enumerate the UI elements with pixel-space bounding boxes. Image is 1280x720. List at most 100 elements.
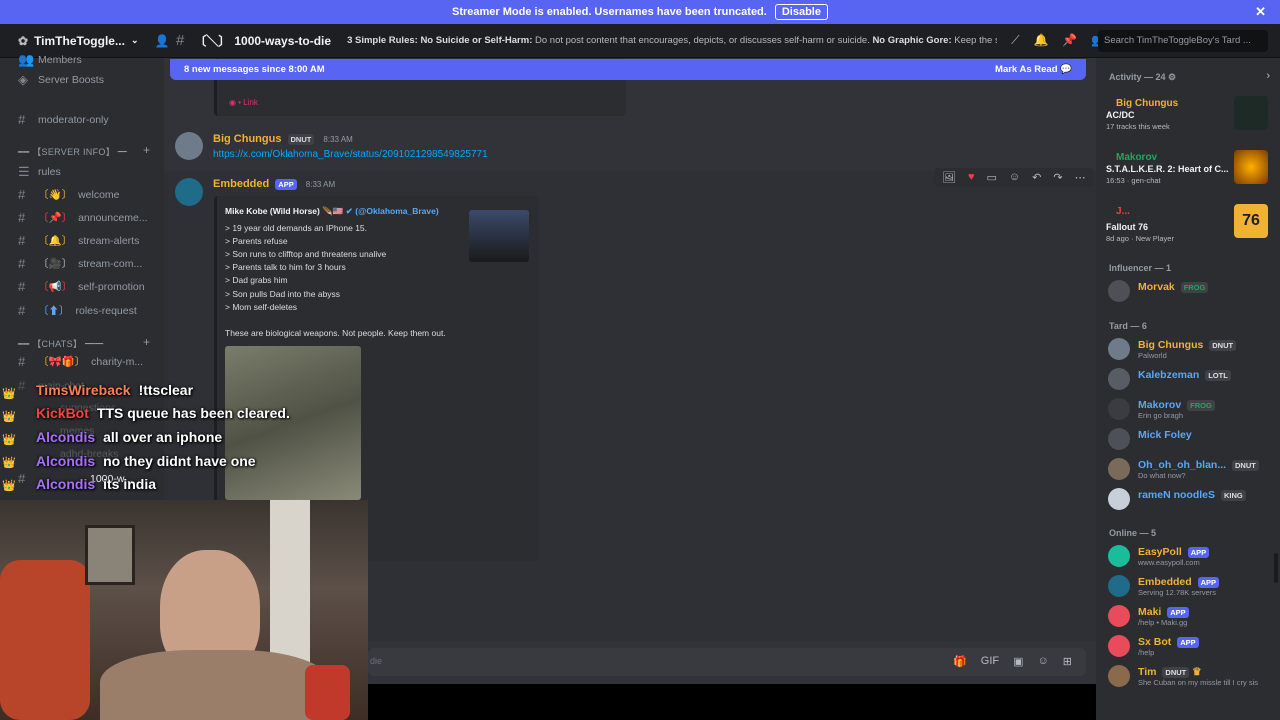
reply-icon[interactable]: ↶ <box>1032 171 1041 184</box>
message-input[interactable]: die 🎁 GIF ▣ ☺ ⊞ <box>368 648 1086 676</box>
sidebar-item-welcome[interactable]: # 〔👋〕 welcome <box>18 187 120 202</box>
gift-icon[interactable]: 🎁 <box>953 655 967 668</box>
sidebar-item-announcements[interactable]: # 〔📌〕 announceme... <box>18 210 148 225</box>
sidebar-item-roles-request[interactable]: # 〔⬆〕 roles-request <box>18 303 137 318</box>
member-row[interactable]: Makorov FROG Erin go bragh <box>1108 396 1274 422</box>
chat-user: Alcondis <box>36 429 96 445</box>
apps-icon[interactable]: ⊞ <box>1063 655 1072 668</box>
topic-rule-b: No Graphic Gore: <box>872 35 952 46</box>
activity-card[interactable]: Makorov S.T.A.L.K.E.R. 2: Heart of C... … <box>1104 150 1272 198</box>
member-row[interactable]: Kalebzeman LOTL <box>1108 366 1274 392</box>
member-row[interactable]: EasyPoll APP www.easypoll.com <box>1108 543 1274 569</box>
reaction-icon[interactable]: ▭ <box>987 171 997 184</box>
hash-icon: # <box>18 233 26 248</box>
heart-icon[interactable]: ♥ <box>968 171 975 184</box>
avatar[interactable] <box>175 178 203 206</box>
stream-chat-overlay: TimsWireback !ttsclear KickBot TTS queue h… <box>0 378 340 496</box>
channel-topic[interactable]: 3 Simple Rules: No Suicide or Self-Harm:… <box>347 35 997 46</box>
topic-text-a: Do not post content that encourages, dep… <box>535 35 870 46</box>
sticker-icon[interactable]: ▣ <box>1013 655 1023 668</box>
stream-chat-message: Alcondis no they didnt have one <box>36 453 256 469</box>
avatar <box>1108 575 1130 597</box>
app-badge: APP <box>275 178 297 190</box>
chat-user: Alcondis <box>36 476 96 492</box>
emoji-icon[interactable]: ☺ <box>1038 655 1049 668</box>
member-tag: DNUT <box>1209 339 1237 351</box>
member-row[interactable]: rameN noodleS KING <box>1108 486 1274 512</box>
search-input[interactable]: Search TimTheToggleBoy's Tard ... <box>1098 30 1268 52</box>
member-name-text: Kalebzeman <box>1138 369 1200 381</box>
group-header: Influencer — 1 <box>1109 263 1172 273</box>
member-row[interactable]: Embedded APP Serving 12.78K servers <box>1108 573 1274 599</box>
wall-picture <box>85 525 135 585</box>
disable-button[interactable]: Disable <box>774 4 828 20</box>
sidebar-item-self-promotion[interactable]: # 〔📢〕 self-promotion <box>18 279 145 294</box>
embed-thumbnail[interactable] <box>469 210 529 262</box>
member-row[interactable]: Oh_oh_oh_blan... DNUT Do what now? <box>1108 456 1274 482</box>
username[interactable]: Embedded <box>213 178 269 190</box>
avatar <box>1108 605 1130 627</box>
member-row[interactable]: Tim DNUT ♛ She Cuban on my missle till I… <box>1108 663 1274 689</box>
more-icon[interactable]: ⋯ <box>1075 171 1086 184</box>
member-name-text: Makorov <box>1138 399 1182 411</box>
add-channel-icon[interactable]: + <box>143 143 150 157</box>
sidebar-item-stream-alerts[interactable]: # 〔🔔〕 stream-alerts <box>18 233 139 248</box>
emoji-icon: 〔🎀🎁〕 <box>38 356 86 368</box>
close-icon[interactable]: ✕ <box>1255 4 1266 20</box>
threads-icon[interactable]: ⟋ <box>1011 33 1019 48</box>
sidebar-item-rules[interactable]: ☰ rules <box>18 164 61 180</box>
username[interactable]: Big Chungus <box>213 133 281 145</box>
member-row[interactable]: Sx Bot APP /help <box>1108 633 1274 659</box>
mark-as-read-button[interactable]: Mark As Read 💬 <box>995 64 1072 75</box>
member-row[interactable]: Maki APP /help • Maki.gg <box>1108 603 1274 629</box>
shirt <box>100 650 330 720</box>
bell-icon[interactable]: 🔔 <box>1033 33 1048 48</box>
add-member-icon[interactable]: 👤 <box>155 34 170 48</box>
member-row[interactable]: Morvak FROG <box>1108 278 1274 304</box>
server-header[interactable]: ✿ TimTheToggle... ⌄ 👤 <box>0 34 169 48</box>
avatar <box>1108 368 1130 390</box>
hash-icon: # <box>18 187 26 202</box>
category-chats[interactable]: ━━ 【CHATS】 ━━ <box>18 337 104 350</box>
reaction-icon[interactable]: 🖼 <box>942 171 956 184</box>
avatar <box>1108 488 1130 510</box>
sidebar-item-members[interactable]: 👥 Members <box>18 52 82 68</box>
member-row[interactable]: Mick Foley <box>1108 426 1274 452</box>
member-name: Morvak FROG <box>1138 281 1209 293</box>
sidebar-item-stream-com[interactable]: # 〔🎥〕 stream-com... <box>18 256 142 271</box>
activity-user: J... <box>1116 206 1130 217</box>
hash-icon: # <box>176 32 185 49</box>
chat-text: TTS queue has been cleared. <box>96 405 290 421</box>
member-name-text: Tim <box>1138 666 1157 678</box>
stream-chat-message: Alcondis all over an iphone <box>36 429 222 445</box>
activity-card[interactable]: Big Chungus AC/DC 17 tracks this week <box>1104 96 1272 144</box>
activity-user: Big Chungus <box>1116 98 1179 109</box>
category-server-info[interactable]: ━━ 【SERVER INFO】 ━ <box>18 145 127 158</box>
sidebar-item-charity[interactable]: # 〔🎀🎁〕 charity-m... <box>18 354 143 369</box>
flag-icon: 🪶🇺🇸 <box>322 206 344 216</box>
scrollbar[interactable] <box>1274 553 1278 583</box>
gif-icon[interactable]: GIF <box>981 655 999 668</box>
avatar <box>1108 338 1130 360</box>
embed-author[interactable]: Mike Kobe (Wild Horse) 🪶🇺🇸 ✔ (@Oklahoma_… <box>225 206 439 217</box>
pin-icon[interactable]: 📌 <box>1062 33 1077 48</box>
activity-card[interactable]: J... Fallout 76 8d ago · New Player 76 <box>1104 204 1272 252</box>
new-messages-bar[interactable]: 8 new messages since 8:00 AM Mark As Rea… <box>170 59 1086 80</box>
forward-icon[interactable]: ↷ <box>1053 171 1062 184</box>
message-link[interactable]: https://x.com/Oklahoma_Brave/status/2091… <box>213 149 488 160</box>
member-row[interactable]: Big Chungus DNUT Palworld <box>1108 336 1274 362</box>
activity-subtitle: 8d ago · New Player <box>1106 234 1174 243</box>
avatar[interactable] <box>175 132 203 160</box>
role-badge: DNUT <box>287 133 315 145</box>
verified-icon: ✔ <box>345 206 353 216</box>
streamer-mode-banner: Streamer Mode is enabled. Usernames have… <box>0 0 1280 24</box>
sidebar-item-server-boosts[interactable]: ◈ Server Boosts <box>18 72 104 88</box>
gear-icon[interactable]: ⚙ <box>1168 72 1176 82</box>
add-channel-icon[interactable]: + <box>143 335 150 349</box>
chevron-right-icon[interactable]: › <box>1266 70 1270 82</box>
sidebar-item-label: welcome <box>78 188 120 201</box>
add-reaction-icon[interactable]: ☺ <box>1009 171 1020 184</box>
mark-read-icon: 💬 <box>1060 64 1072 75</box>
activity-subtitle: 16:53 · gen-chat <box>1106 176 1161 185</box>
sidebar-item-moderator-only[interactable]: # moderator-only <box>18 112 109 127</box>
